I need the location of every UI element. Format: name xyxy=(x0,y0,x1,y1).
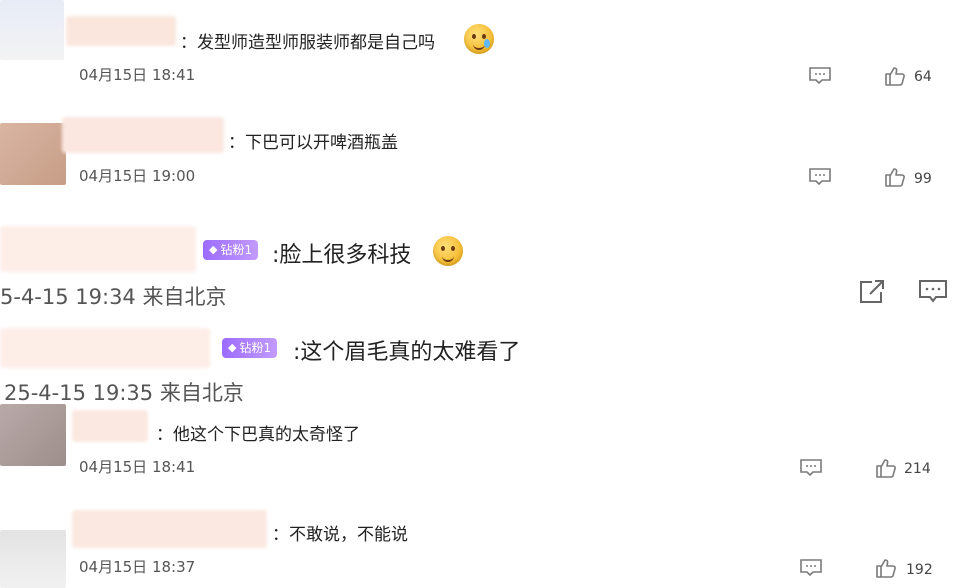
username-redacted[interactable] xyxy=(72,410,148,442)
share-icon[interactable] xyxy=(858,279,886,305)
comment-timestamp: 04月15日 18:37 xyxy=(79,558,196,576)
fan-level-badge: ◆ 钻粉1 xyxy=(222,338,278,358)
reply-icon[interactable] xyxy=(799,458,823,478)
comment-timestamp: 04月15日 18:41 xyxy=(79,66,196,84)
comment-text: :这个眉毛真的太难看了 xyxy=(293,340,521,365)
reply-icon[interactable] xyxy=(799,558,823,578)
like-count: 192 xyxy=(906,562,933,578)
comment-timestamp: 04月15日 18:41 xyxy=(79,458,196,476)
avatar[interactable] xyxy=(0,0,64,60)
smile-emoji-icon xyxy=(433,236,463,266)
reply-icon[interactable] xyxy=(808,66,832,86)
username-redacted[interactable] xyxy=(0,226,196,272)
username-redacted[interactable] xyxy=(66,16,176,46)
sweat-smile-emoji-icon xyxy=(464,24,494,54)
like-thumb-icon[interactable] xyxy=(884,167,906,187)
comment-text: ：他这个下巴真的太奇怪了 xyxy=(156,425,360,445)
avatar[interactable] xyxy=(0,530,66,588)
reply-icon[interactable] xyxy=(808,167,832,187)
comment-text: ：不敢说，不能说 xyxy=(272,525,408,545)
username-redacted[interactable] xyxy=(62,117,224,153)
fan-level-badge: ◆ 钻粉1 xyxy=(203,240,259,260)
diamond-icon: ◆ xyxy=(209,243,218,256)
comment-text: ：下巴可以开啤酒瓶盖 xyxy=(228,133,398,153)
comment-timestamp: 25-4-15 19:35 来自北京 xyxy=(4,381,244,405)
reply-icon[interactable] xyxy=(918,279,948,305)
avatar[interactable] xyxy=(0,404,66,466)
like-count: 214 xyxy=(904,461,931,477)
like-thumb-icon[interactable] xyxy=(884,66,906,86)
username-redacted[interactable] xyxy=(0,328,210,368)
username-redacted[interactable] xyxy=(72,510,267,548)
like-count: 99 xyxy=(914,171,932,187)
comment-timestamp: 04月15日 19:00 xyxy=(79,167,196,185)
comment-timestamp: 5-4-15 19:34 来自北京 xyxy=(0,285,227,309)
like-thumb-icon[interactable] xyxy=(875,558,897,578)
like-thumb-icon[interactable] xyxy=(875,458,897,478)
comment-text: :脸上很多科技 xyxy=(272,243,412,268)
like-count: 64 xyxy=(914,69,932,85)
diamond-icon: ◆ xyxy=(228,341,237,354)
avatar[interactable] xyxy=(0,123,66,185)
comment-text: ：发型师造型师服装师都是自己吗 xyxy=(180,33,435,53)
